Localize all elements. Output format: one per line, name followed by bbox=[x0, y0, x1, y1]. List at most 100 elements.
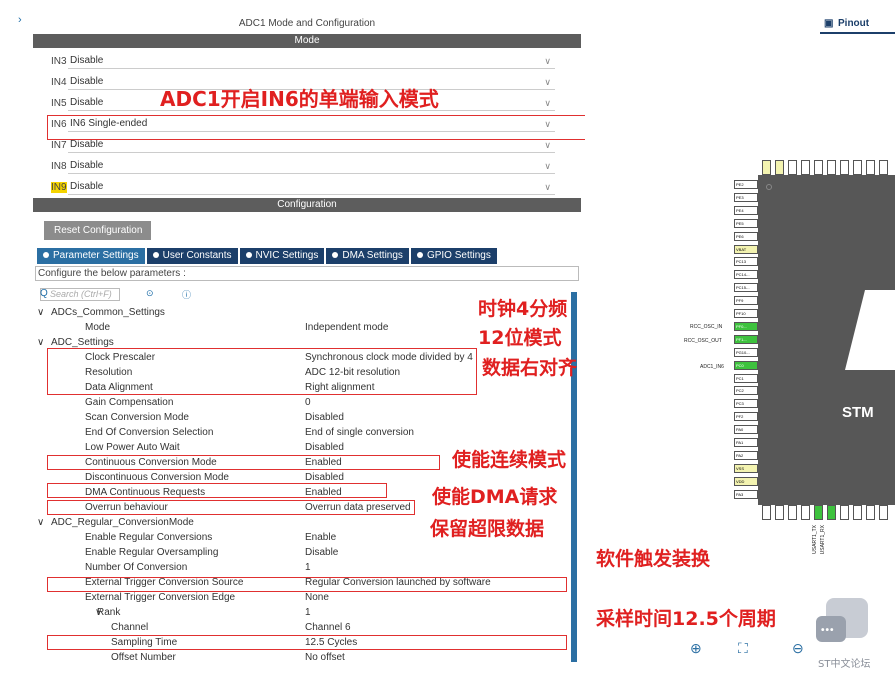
expand-all-icon[interactable]: ⊙ bbox=[146, 288, 154, 299]
param-value[interactable]: 1 bbox=[305, 560, 311, 575]
chevron-down-icon: ∨ bbox=[544, 161, 551, 171]
param-row[interactable]: Gain Compensation 0 bbox=[35, 395, 573, 410]
param-row[interactable]: Channel Channel 6 bbox=[35, 620, 573, 635]
param-row[interactable]: Enable Regular Oversampling Disable bbox=[35, 545, 573, 560]
pin-pc3[interactable]: PC3 bbox=[734, 399, 758, 409]
pin-pc0[interactable]: PC0 bbox=[734, 360, 758, 370]
tab-user-constants[interactable]: User Constants bbox=[146, 248, 238, 264]
param-value[interactable]: Disabled bbox=[305, 440, 344, 455]
chevron-down-icon[interactable]: ∨ bbox=[37, 305, 44, 320]
vertical-scrollbar[interactable] bbox=[571, 292, 577, 662]
chevron-down-icon[interactable]: ∨ bbox=[37, 515, 44, 530]
pin-top-vss[interactable] bbox=[775, 160, 784, 175]
pin-bottom-pb0[interactable] bbox=[840, 505, 849, 520]
pin-top-pe1[interactable] bbox=[788, 160, 797, 175]
pin-pe4[interactable]: PE4 bbox=[734, 205, 758, 215]
pin-pe5[interactable]: PE5 bbox=[734, 218, 758, 228]
pin-bottom-pa4[interactable] bbox=[762, 505, 771, 520]
pin-bottom-vssa[interactable] bbox=[879, 505, 888, 520]
param-name: Rank bbox=[97, 607, 121, 618]
param-row[interactable]: Offset Number No offset bbox=[35, 650, 573, 665]
pin-pc14[interactable]: PC14-.. bbox=[734, 270, 758, 280]
pin-pe3[interactable]: PE3 bbox=[734, 192, 758, 202]
param-value[interactable]: End of single conversion bbox=[305, 425, 414, 440]
pin-pf1[interactable]: PF1-.. bbox=[734, 334, 758, 344]
mode-row-in3: IN3 Disable ∨ bbox=[33, 50, 581, 71]
param-value[interactable]: Independent mode bbox=[305, 320, 388, 335]
mode-select-in3[interactable]: Disable ∨ bbox=[68, 53, 555, 69]
pin-bottom-pb2[interactable] bbox=[866, 505, 875, 520]
config-tabs: Parameter Settings User Constants NVIC Set… bbox=[37, 248, 497, 264]
pin-pe2[interactable]: PE2 bbox=[734, 180, 758, 189]
mode-row-label: IN3 bbox=[51, 56, 67, 67]
info-icon[interactable]: ⓘ bbox=[182, 288, 191, 301]
tab-pinout[interactable]: ▣ Pinout bbox=[820, 14, 895, 34]
in6-highlight-box bbox=[47, 115, 628, 140]
tab-parameter-settings[interactable]: Parameter Settings bbox=[37, 248, 145, 264]
pin-pc15[interactable]: PC15-.. bbox=[734, 283, 758, 293]
pin-pe6[interactable]: PE6 bbox=[734, 231, 758, 241]
tab-dma-settings[interactable]: DMA Settings bbox=[326, 248, 409, 264]
pin-pf10[interactable]: PF10 bbox=[734, 309, 758, 318]
mode-select-value: Disable bbox=[70, 139, 104, 150]
pin-pc1[interactable]: PC1 bbox=[734, 373, 758, 383]
pin-pf0[interactable]: PF0-.. bbox=[734, 321, 758, 331]
pin-top-vdd[interactable] bbox=[762, 160, 771, 175]
pin-pc13[interactable]: PC13 bbox=[734, 257, 758, 267]
pin-bottom-pa5[interactable] bbox=[775, 505, 784, 520]
param-row[interactable]: External Trigger Conversion Edge None bbox=[35, 590, 573, 605]
pin-pa2[interactable]: PA2 bbox=[734, 450, 758, 460]
chevron-down-icon: ∨ bbox=[544, 98, 551, 108]
param-value[interactable]: Channel 6 bbox=[305, 620, 351, 635]
mode-select-in9[interactable]: Disable ∨ bbox=[68, 179, 555, 195]
param-name: Low Power Auto Wait bbox=[85, 442, 180, 453]
tab-nvic-settings[interactable]: NVIC Settings bbox=[239, 248, 325, 264]
pin-bottom-pc4[interactable] bbox=[814, 505, 823, 520]
pin-bottom-pa6[interactable] bbox=[788, 505, 797, 520]
param-value[interactable]: Disable bbox=[305, 545, 338, 560]
param-value[interactable]: None bbox=[305, 590, 329, 605]
pin-pa3[interactable]: PA3 bbox=[734, 489, 758, 499]
param-row[interactable]: Scan Conversion Mode Disabled bbox=[35, 410, 573, 425]
pin-pc2[interactable]: PC2 bbox=[734, 386, 758, 396]
pin-pa1[interactable]: PA1 bbox=[734, 438, 758, 447]
chevron-right-icon[interactable]: › bbox=[18, 14, 22, 26]
scrollbar-thumb[interactable] bbox=[571, 292, 577, 662]
pin-vdd[interactable]: VDD bbox=[734, 476, 758, 486]
pin-top-pb6[interactable] bbox=[853, 160, 862, 175]
pin-vbat[interactable]: VBAT bbox=[734, 244, 758, 254]
forum-watermark: ••• ST中文论坛 bbox=[816, 598, 886, 670]
pin-top-pb5[interactable] bbox=[866, 160, 875, 175]
pin-top-pb4[interactable] bbox=[879, 160, 888, 175]
pin-bottom-pa7[interactable] bbox=[801, 505, 810, 520]
watermark-text: ST中文论坛 bbox=[818, 659, 871, 670]
param-value[interactable]: No offset bbox=[305, 650, 345, 665]
pin-pf9[interactable]: PF9 bbox=[734, 296, 758, 306]
tab-gpio-settings[interactable]: GPIO Settings bbox=[410, 248, 497, 264]
zoom-out-icon[interactable]: ⊖ bbox=[792, 640, 804, 657]
pin-pg10[interactable]: PG10-.. bbox=[734, 347, 758, 357]
mode-select-in8[interactable]: Disable ∨ bbox=[68, 158, 555, 174]
param-value[interactable]: Enable bbox=[305, 530, 336, 545]
mode-select-value: Disable bbox=[70, 55, 104, 66]
pin-vss[interactable]: VSS bbox=[734, 463, 758, 473]
reset-configuration-button[interactable]: Reset Configuration bbox=[44, 221, 151, 240]
param-value[interactable]: Disabled bbox=[305, 410, 344, 425]
pin-top-pb8b[interactable] bbox=[827, 160, 836, 175]
chevron-down-icon[interactable]: ∨ bbox=[37, 335, 44, 350]
param-row[interactable]: End Of Conversion Selection End of single… bbox=[35, 425, 573, 440]
zoom-in-icon[interactable]: ⊕ bbox=[690, 640, 702, 657]
pin-top-pb7[interactable] bbox=[840, 160, 849, 175]
param-value[interactable]: 1 bbox=[305, 605, 311, 620]
pin-pf2[interactable]: PF2 bbox=[734, 412, 758, 422]
search-input[interactable]: Q Search (Ctrl+F) bbox=[40, 288, 120, 301]
pin-top-pb9[interactable] bbox=[814, 160, 823, 175]
param-group-row[interactable]: ∨ Rank 1 bbox=[35, 605, 573, 620]
param-row[interactable]: Number Of Conversion 1 bbox=[35, 560, 573, 575]
pin-bottom-pc5[interactable] bbox=[827, 505, 836, 520]
pin-pa0[interactable]: PA0 bbox=[734, 425, 758, 435]
param-value[interactable]: 0 bbox=[305, 395, 311, 410]
fit-screen-icon[interactable]: ⛶ bbox=[738, 640, 748, 657]
pin-bottom-pb1[interactable] bbox=[853, 505, 862, 520]
pin-top-pe0[interactable] bbox=[801, 160, 810, 175]
